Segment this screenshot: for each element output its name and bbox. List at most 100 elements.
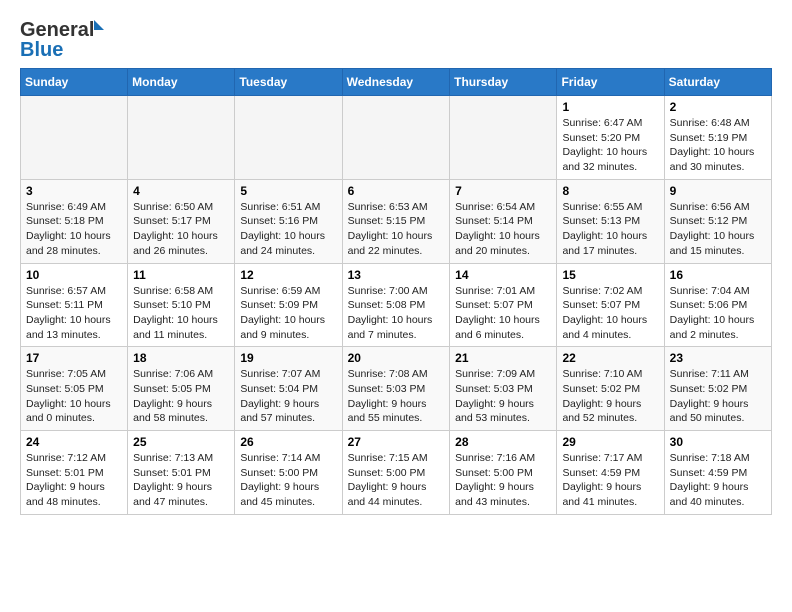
calendar-cell: 30 Sunrise: 7:18 AM Sunset: 4:59 PM Dayli…: [664, 431, 771, 515]
weekday-header-thursday: Thursday: [450, 69, 557, 96]
day-number: 23: [670, 351, 766, 365]
logo-row: GeneralBlue: [20, 16, 110, 62]
day-number: 18: [133, 351, 229, 365]
calendar-cell: 4Sunrise: 6:50 AM Sunset: 5:17 PM Daylig…: [128, 179, 235, 263]
day-info: Sunrise: 7:16 AM Sunset: 5:00 PM Dayligh…: [455, 451, 551, 510]
day-info: Sunrise: 7:14 AM Sunset: 5:00 PM Dayligh…: [240, 451, 336, 510]
calendar-cell: 3 Sunrise: 6:49 AM Sunset: 5:18 PM Daylig…: [21, 179, 128, 263]
day-number: 24: [26, 435, 122, 449]
day-info: Sunrise: 6:49 AM Sunset: 5:18 PM Dayligh…: [26, 200, 122, 259]
day-info: Sunrise: 6:51 AM Sunset: 5:16 PM Dayligh…: [240, 200, 336, 259]
day-info: Sunrise: 6:59 AM Sunset: 5:09 PM Dayligh…: [240, 284, 336, 343]
weekday-header-saturday: Saturday: [664, 69, 771, 96]
calendar-cell: 16 Sunrise: 7:04 AM Sunset: 5:06 PM Dayli…: [664, 263, 771, 347]
calendar-cell: 7Sunrise: 6:54 AM Sunset: 5:14 PM Daylig…: [450, 179, 557, 263]
day-info: Sunrise: 6:47 AM Sunset: 5:20 PM Dayligh…: [562, 116, 658, 175]
day-number: 12: [240, 268, 336, 282]
calendar-table: SundayMondayTuesdayWednesdayThursdayFrid…: [20, 68, 772, 515]
day-number: 26: [240, 435, 336, 449]
day-info: Sunrise: 7:05 AM Sunset: 5:05 PM Dayligh…: [26, 367, 122, 426]
day-number: 22: [562, 351, 658, 365]
calendar-cell: 5 Sunrise: 6:51 AM Sunset: 5:16 PM Daylig…: [235, 179, 342, 263]
day-number: 16: [670, 268, 766, 282]
svg-text:Blue: Blue: [20, 39, 63, 61]
week-row-4: 17 Sunrise: 7:05 AM Sunset: 5:05 PM Dayli…: [21, 347, 772, 431]
day-info: Sunrise: 7:10 AM Sunset: 5:02 PM Dayligh…: [562, 367, 658, 426]
svg-text:General: General: [20, 19, 94, 41]
calendar-cell: 8 Sunrise: 6:55 AM Sunset: 5:13 PM Daylig…: [557, 179, 664, 263]
day-info: Sunrise: 7:02 AM Sunset: 5:07 PM Dayligh…: [562, 284, 658, 343]
calendar-cell: 20 Sunrise: 7:08 AM Sunset: 5:03 PM Dayli…: [342, 347, 450, 431]
weekday-header-wednesday: Wednesday: [342, 69, 450, 96]
day-number: 29: [562, 435, 658, 449]
day-info: Sunrise: 7:13 AM Sunset: 5:01 PM Dayligh…: [133, 451, 229, 510]
calendar-cell: 17 Sunrise: 7:05 AM Sunset: 5:05 PM Dayli…: [21, 347, 128, 431]
day-info: Sunrise: 7:00 AM Sunset: 5:08 PM Dayligh…: [348, 284, 445, 343]
week-row-3: 10 Sunrise: 6:57 AM Sunset: 5:11 PM Dayli…: [21, 263, 772, 347]
day-info: Sunrise: 6:50 AM Sunset: 5:17 PM Dayligh…: [133, 200, 229, 259]
day-info: Sunrise: 7:18 AM Sunset: 4:59 PM Dayligh…: [670, 451, 766, 510]
calendar-cell: 14Sunrise: 7:01 AM Sunset: 5:07 PM Dayli…: [450, 263, 557, 347]
day-number: 10: [26, 268, 122, 282]
calendar-cell: 27 Sunrise: 7:15 AM Sunset: 5:00 PM Dayli…: [342, 431, 450, 515]
calendar-cell: 15 Sunrise: 7:02 AM Sunset: 5:07 PM Dayli…: [557, 263, 664, 347]
calendar-cell: 23 Sunrise: 7:11 AM Sunset: 5:02 PM Dayli…: [664, 347, 771, 431]
week-row-5: 24 Sunrise: 7:12 AM Sunset: 5:01 PM Dayli…: [21, 431, 772, 515]
day-number: 30: [670, 435, 766, 449]
week-row-1: 1 Sunrise: 6:47 AM Sunset: 5:20 PM Daylig…: [21, 96, 772, 180]
logo-svg: GeneralBlue: [20, 16, 110, 62]
day-info: Sunrise: 6:57 AM Sunset: 5:11 PM Dayligh…: [26, 284, 122, 343]
day-info: Sunrise: 7:01 AM Sunset: 5:07 PM Dayligh…: [455, 284, 551, 343]
day-number: 17: [26, 351, 122, 365]
day-info: Sunrise: 6:55 AM Sunset: 5:13 PM Dayligh…: [562, 200, 658, 259]
day-number: 15: [562, 268, 658, 282]
calendar-cell: 9Sunrise: 6:56 AM Sunset: 5:12 PM Daylig…: [664, 179, 771, 263]
weekday-header-tuesday: Tuesday: [235, 69, 342, 96]
day-info: Sunrise: 7:09 AM Sunset: 5:03 PM Dayligh…: [455, 367, 551, 426]
calendar-cell: [235, 96, 342, 180]
weekday-header-friday: Friday: [557, 69, 664, 96]
day-info: Sunrise: 6:54 AM Sunset: 5:14 PM Dayligh…: [455, 200, 551, 259]
day-number: 1: [562, 100, 658, 114]
day-number: 8: [562, 184, 658, 198]
page-header: GeneralBlue: [20, 16, 772, 62]
day-info: Sunrise: 6:58 AM Sunset: 5:10 PM Dayligh…: [133, 284, 229, 343]
day-number: 5: [240, 184, 336, 198]
day-info: Sunrise: 6:56 AM Sunset: 5:12 PM Dayligh…: [670, 200, 766, 259]
calendar-cell: 12 Sunrise: 6:59 AM Sunset: 5:09 PM Dayli…: [235, 263, 342, 347]
day-info: Sunrise: 7:07 AM Sunset: 5:04 PM Dayligh…: [240, 367, 336, 426]
calendar-cell: 11 Sunrise: 6:58 AM Sunset: 5:10 PM Dayli…: [128, 263, 235, 347]
day-info: Sunrise: 7:17 AM Sunset: 4:59 PM Dayligh…: [562, 451, 658, 510]
calendar-cell: 24 Sunrise: 7:12 AM Sunset: 5:01 PM Dayli…: [21, 431, 128, 515]
day-number: 20: [348, 351, 445, 365]
day-number: 6: [348, 184, 445, 198]
calendar-cell: 10 Sunrise: 6:57 AM Sunset: 5:11 PM Dayli…: [21, 263, 128, 347]
calendar-cell: [342, 96, 450, 180]
day-number: 21: [455, 351, 551, 365]
day-number: 19: [240, 351, 336, 365]
logo: GeneralBlue: [20, 16, 110, 62]
day-number: 3: [26, 184, 122, 198]
day-info: Sunrise: 7:11 AM Sunset: 5:02 PM Dayligh…: [670, 367, 766, 426]
weekday-header-monday: Monday: [128, 69, 235, 96]
day-info: Sunrise: 7:15 AM Sunset: 5:00 PM Dayligh…: [348, 451, 445, 510]
day-info: Sunrise: 7:04 AM Sunset: 5:06 PM Dayligh…: [670, 284, 766, 343]
calendar-cell: 26 Sunrise: 7:14 AM Sunset: 5:00 PM Dayli…: [235, 431, 342, 515]
day-info: Sunrise: 7:08 AM Sunset: 5:03 PM Dayligh…: [348, 367, 445, 426]
calendar-cell: 29 Sunrise: 7:17 AM Sunset: 4:59 PM Dayli…: [557, 431, 664, 515]
calendar-cell: 13Sunrise: 7:00 AM Sunset: 5:08 PM Dayli…: [342, 263, 450, 347]
day-info: Sunrise: 6:53 AM Sunset: 5:15 PM Dayligh…: [348, 200, 445, 259]
calendar-cell: 1 Sunrise: 6:47 AM Sunset: 5:20 PM Daylig…: [557, 96, 664, 180]
day-number: 11: [133, 268, 229, 282]
calendar-cell: [450, 96, 557, 180]
calendar-cell: 19 Sunrise: 7:07 AM Sunset: 5:04 PM Dayli…: [235, 347, 342, 431]
calendar-cell: 25Sunrise: 7:13 AM Sunset: 5:01 PM Dayli…: [128, 431, 235, 515]
calendar-cell: [21, 96, 128, 180]
day-info: Sunrise: 7:12 AM Sunset: 5:01 PM Dayligh…: [26, 451, 122, 510]
day-number: 27: [348, 435, 445, 449]
calendar-cell: 18Sunrise: 7:06 AM Sunset: 5:05 PM Dayli…: [128, 347, 235, 431]
calendar-cell: [128, 96, 235, 180]
calendar-cell: 2Sunrise: 6:48 AM Sunset: 5:19 PM Daylig…: [664, 96, 771, 180]
day-number: 2: [670, 100, 766, 114]
calendar-cell: 22 Sunrise: 7:10 AM Sunset: 5:02 PM Dayli…: [557, 347, 664, 431]
